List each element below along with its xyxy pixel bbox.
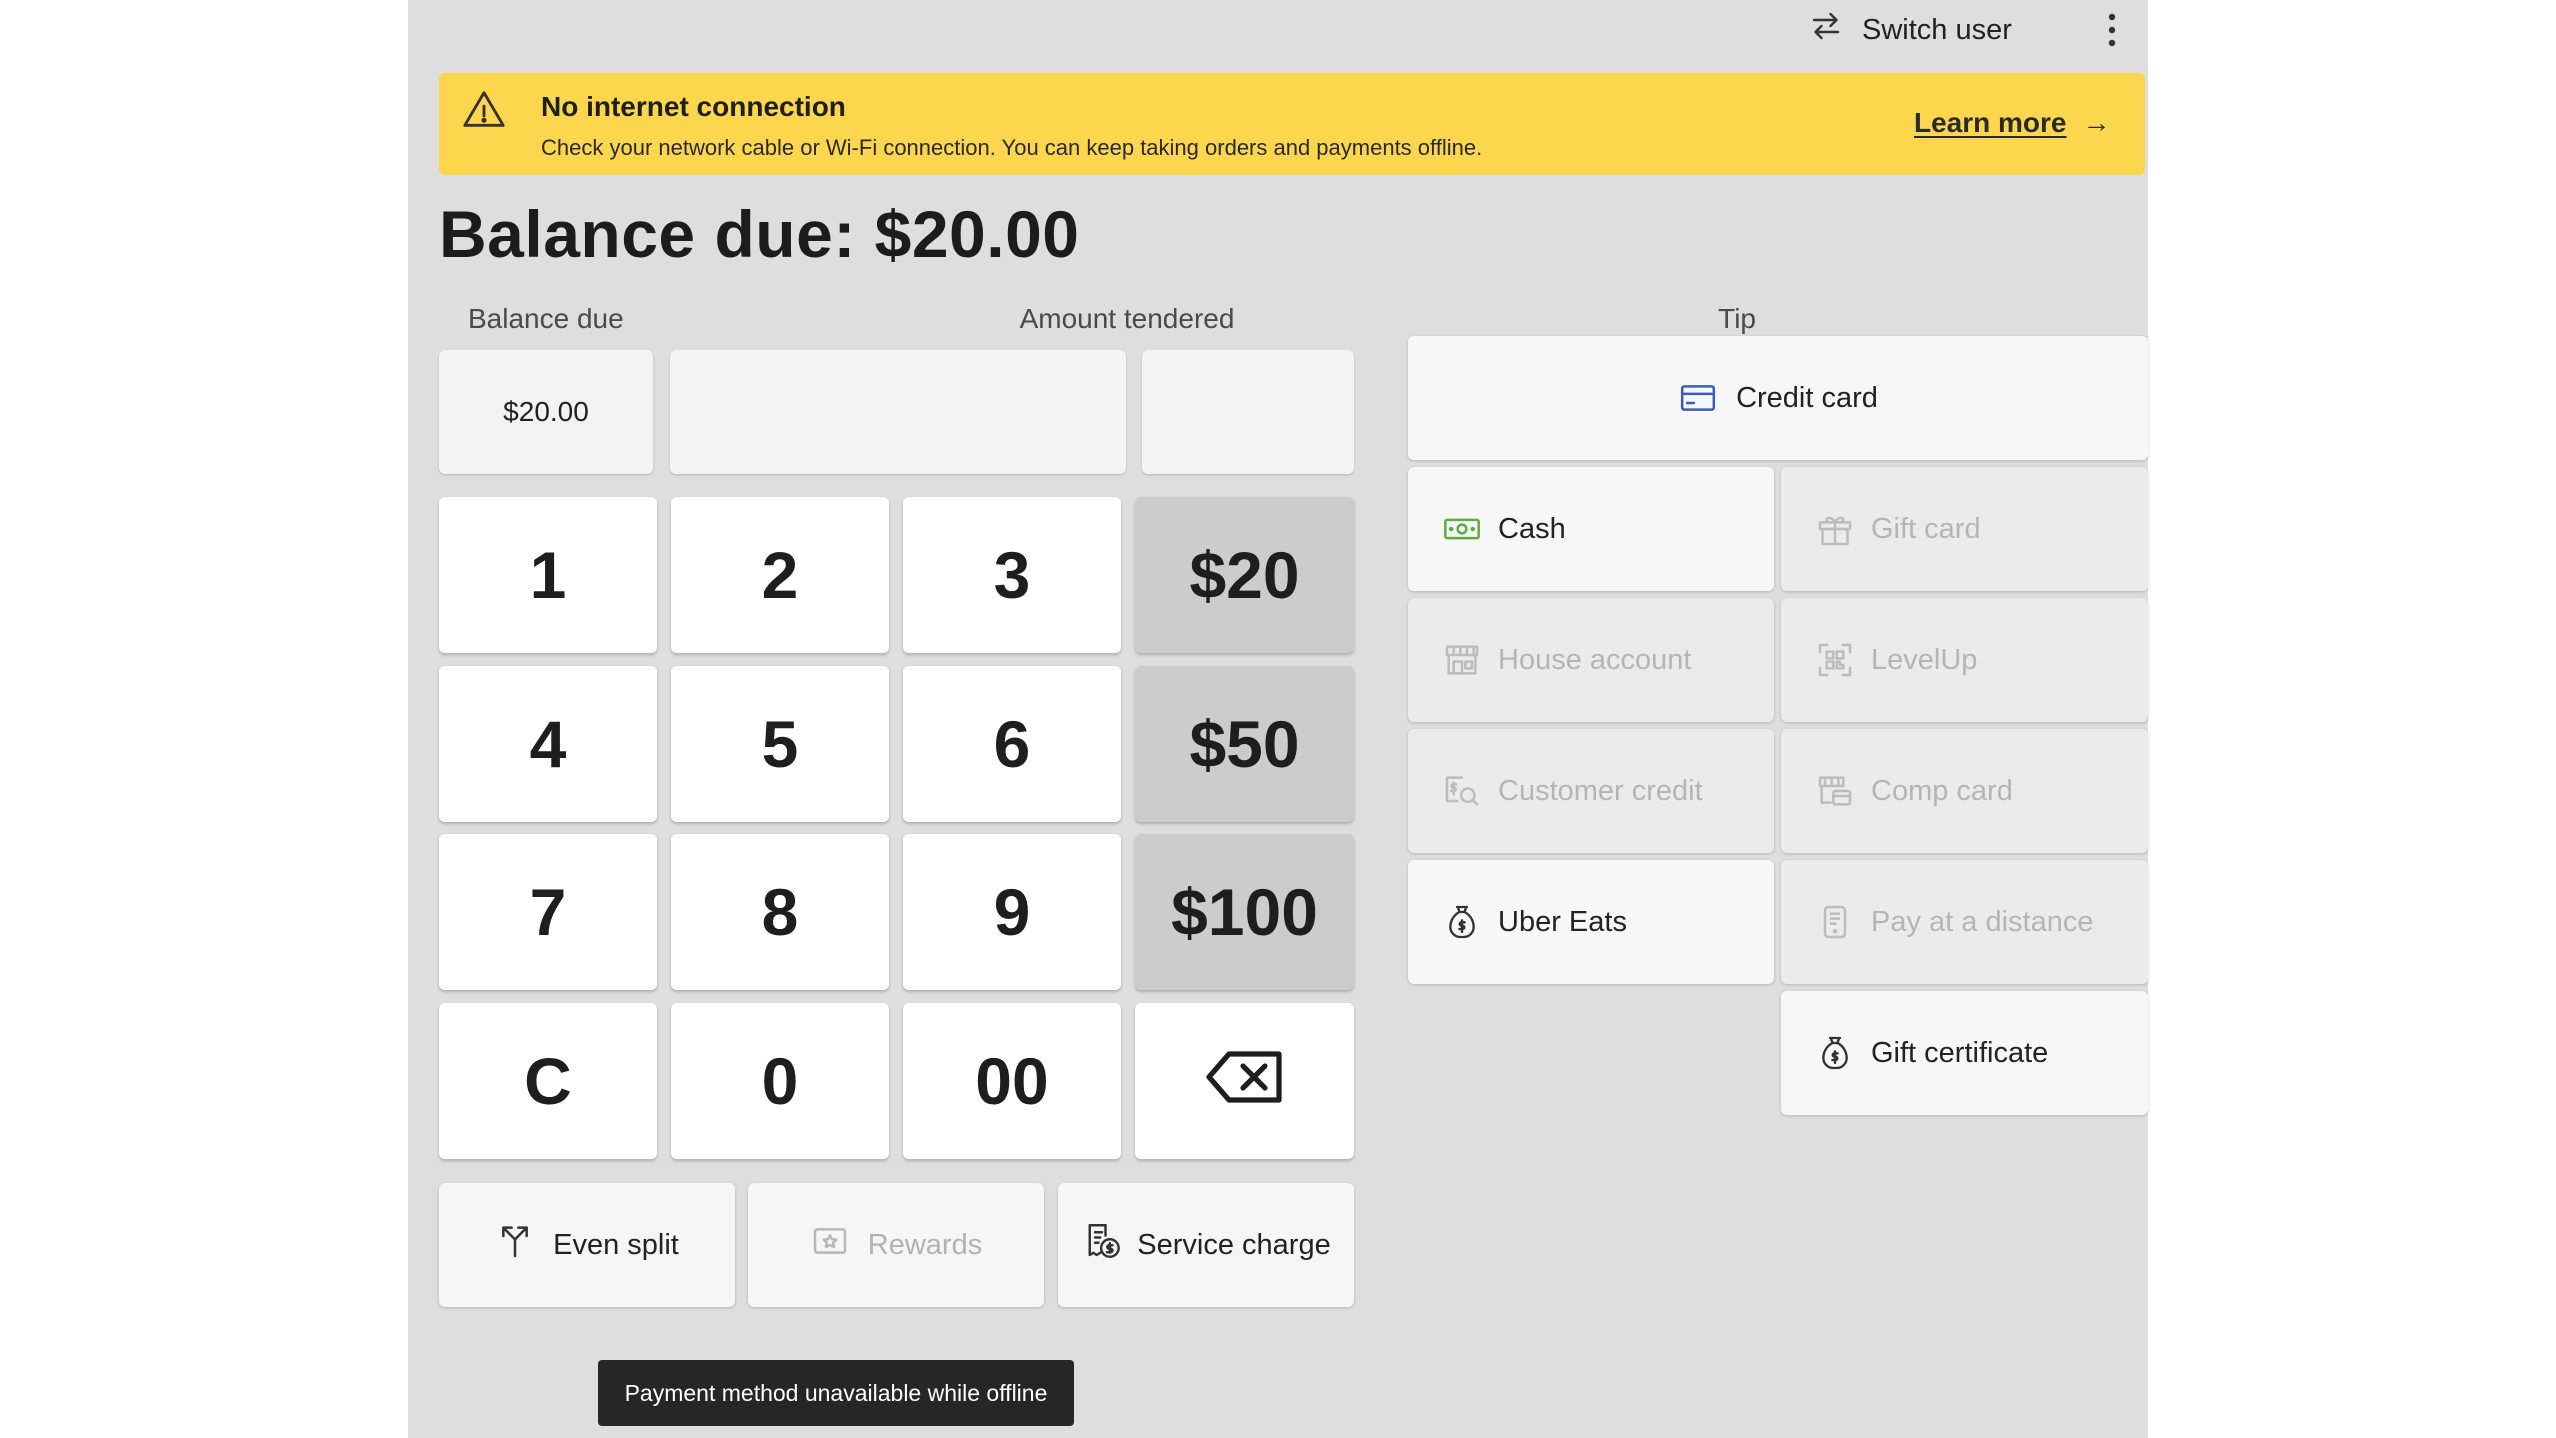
qr-scan-icon: [1815, 640, 1855, 680]
balance-due-label: Balance due: [468, 303, 624, 334]
uber-eats-button[interactable]: Uber Eats: [1408, 860, 1774, 984]
quick-amount-20[interactable]: $20: [1135, 497, 1354, 653]
cash-label: Cash: [1498, 512, 1566, 545]
warning-icon: [461, 87, 507, 133]
credit-card-icon: [1678, 378, 1718, 418]
switch-user-label: Switch user: [1862, 13, 2012, 46]
levelup-button[interactable]: LevelUp: [1781, 598, 2148, 722]
quick-amount-100[interactable]: $100: [1135, 834, 1354, 990]
banner-message: Check your network cable or Wi-Fi connec…: [541, 135, 1483, 160]
cash-button[interactable]: Cash: [1408, 467, 1774, 591]
credit-card-label: Credit card: [1736, 381, 1878, 414]
more-vertical-icon[interactable]: [2088, 6, 2136, 54]
key-8[interactable]: 8: [671, 834, 889, 990]
balance-due-field: $20.00: [439, 350, 653, 474]
arrow-right-icon: →: [2082, 107, 2111, 138]
credit-search-icon: [1442, 771, 1482, 811]
tip-label: Tip: [1718, 303, 1756, 334]
key-5[interactable]: 5: [671, 666, 889, 822]
balance-due-title: Balance due: $20.00: [439, 197, 1080, 271]
offline-toast: Payment method unavailable while offline: [598, 1360, 1074, 1426]
even-split-label: Even split: [553, 1228, 679, 1261]
key-3[interactable]: 3: [903, 497, 1121, 653]
cash-icon: [1442, 509, 1482, 549]
key-1[interactable]: 1: [439, 497, 657, 653]
receipt-icon: [1815, 902, 1855, 942]
rewards-button[interactable]: Rewards: [748, 1183, 1044, 1307]
key-00[interactable]: 00: [903, 1003, 1121, 1159]
key-6[interactable]: 6: [903, 666, 1121, 822]
customer-credit-button[interactable]: Customer credit: [1408, 729, 1774, 853]
split-arrows-icon: [495, 1221, 535, 1269]
quick-amount-50[interactable]: $50: [1135, 666, 1354, 822]
rewards-star-icon: [810, 1221, 850, 1269]
gift-certificate-label: Gift certificate: [1871, 1036, 2049, 1069]
house-account-button[interactable]: House account: [1408, 598, 1774, 722]
learn-more-link[interactable]: Learn more →: [1914, 107, 2111, 139]
pay-at-distance-button[interactable]: Pay at a distance: [1781, 860, 2148, 984]
uber-eats-label: Uber Eats: [1498, 905, 1627, 938]
house-account-label: House account: [1498, 643, 1692, 676]
backspace-icon: [1205, 1043, 1285, 1119]
switch-user-button[interactable]: Switch user: [1808, 4, 2012, 56]
balance-due-value: $20.00: [503, 396, 589, 427]
gift-card-label: Gift card: [1871, 512, 1981, 545]
key-4[interactable]: 4: [439, 666, 657, 822]
customer-credit-label: Customer credit: [1498, 774, 1703, 807]
swap-arrows-icon: [1808, 8, 1844, 52]
key-0[interactable]: 0: [671, 1003, 889, 1159]
key-2[interactable]: 2: [671, 497, 889, 653]
rewards-label: Rewards: [867, 1228, 983, 1261]
even-split-button[interactable]: Even split: [439, 1183, 735, 1307]
learn-more-label: Learn more: [1914, 107, 2067, 138]
payment-screen: Switch user No internet connection Check…: [408, 0, 2148, 1438]
service-charge-button[interactable]: Service charge: [1058, 1183, 1354, 1307]
comp-card-icon: [1815, 771, 1855, 811]
key-7[interactable]: 7: [439, 834, 657, 990]
key-9[interactable]: 9: [903, 834, 1121, 990]
backspace-key[interactable]: [1135, 1003, 1354, 1159]
comp-card-label: Comp card: [1871, 774, 2013, 807]
gift-certificate-button[interactable]: Gift certificate: [1781, 991, 2148, 1115]
credit-card-button[interactable]: Credit card: [1408, 336, 2148, 460]
amount-tendered-field[interactable]: [670, 350, 1126, 474]
tip-field[interactable]: [1142, 350, 1354, 474]
levelup-label: LevelUp: [1871, 643, 1978, 676]
money-bag-icon: [1815, 1033, 1855, 1073]
gift-card-button[interactable]: Gift card: [1781, 467, 2148, 591]
money-bag-icon: [1442, 902, 1482, 942]
amount-tendered-label: Amount tendered: [1019, 303, 1235, 334]
gift-icon: [1815, 509, 1855, 549]
service-charge-label: Service charge: [1137, 1228, 1331, 1261]
key-clear[interactable]: C: [439, 1003, 657, 1159]
offline-banner: No internet connection Check your networ…: [439, 73, 2145, 175]
receipt-dollar-icon: [1081, 1220, 1123, 1270]
comp-card-button[interactable]: Comp card: [1781, 729, 2148, 853]
storefront-icon: [1442, 640, 1482, 680]
banner-title: No internet connection: [541, 91, 846, 122]
pay-at-distance-label: Pay at a distance: [1871, 905, 2094, 938]
